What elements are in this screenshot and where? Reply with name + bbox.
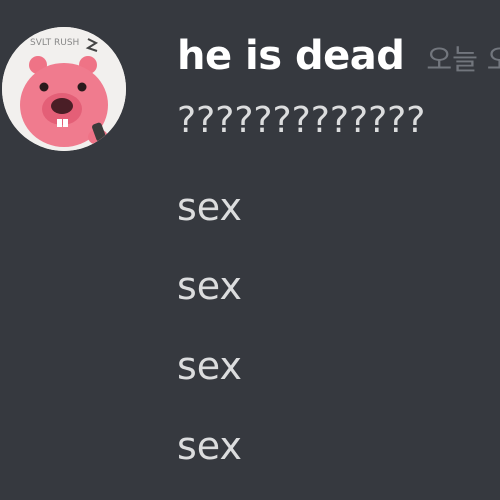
avatar-caption: SVLT RUSH [30, 38, 79, 48]
message-text: sex [177, 424, 242, 468]
message-text: sex [177, 344, 242, 388]
pink-beaver-avatar-icon: SVLT RUSH [2, 27, 126, 151]
username[interactable]: he is dead [177, 33, 405, 79]
message-text: ????????????? [177, 100, 426, 141]
message-text: sex [177, 264, 242, 308]
user-avatar[interactable]: SVLT RUSH [2, 27, 126, 151]
message-timestamp[interactable]: 오늘 오 [426, 43, 500, 76]
message-text: sex [177, 185, 242, 229]
message-header: he is dead 오늘 오 [177, 30, 500, 86]
